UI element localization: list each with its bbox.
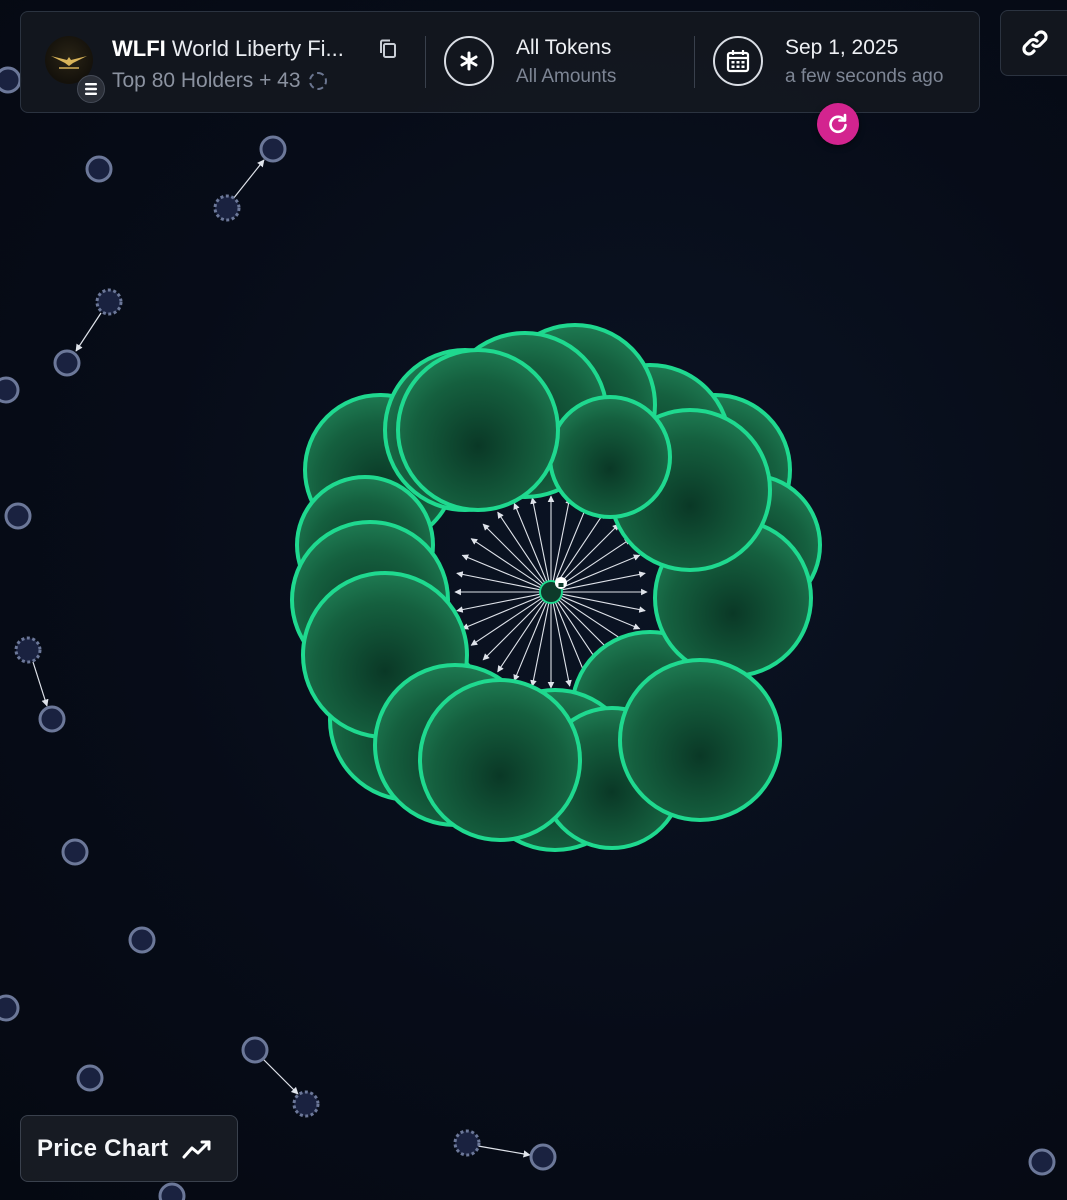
wallet-node[interactable] (529, 1143, 557, 1171)
wallet-node[interactable] (128, 926, 156, 954)
wallet-node[interactable] (61, 838, 89, 866)
wallet-node[interactable] (0, 376, 20, 404)
asterisk-icon (444, 36, 494, 86)
wallet-node[interactable] (38, 705, 66, 733)
wallet-node[interactable] (241, 1036, 269, 1064)
holders-count: Top 80 Holders + 43 (112, 69, 327, 93)
wallet-node[interactable] (95, 288, 123, 316)
date-selector[interactable]: Sep 1, 2025 a few seconds ago (695, 12, 979, 112)
wallet-node[interactable] (292, 1090, 320, 1118)
transfer-arrow (552, 497, 572, 585)
refresh-icon (829, 113, 847, 134)
refresh-button[interactable] (817, 103, 859, 145)
transfer-arrow (558, 593, 646, 613)
wallet-node[interactable] (14, 636, 42, 664)
holder-bubble[interactable] (396, 348, 560, 512)
transfer-arrow (558, 571, 646, 591)
token-info[interactable]: WLFI World Liberty Fi... Top 80 Holders … (21, 12, 425, 112)
wallet-node[interactable] (53, 349, 81, 377)
wallet-node[interactable] (4, 502, 32, 530)
price-chart-button[interactable]: Price Chart (20, 1115, 238, 1182)
price-chart-label: Price Chart (37, 1134, 169, 1162)
wallet-node[interactable] (0, 66, 22, 94)
wallet-node[interactable] (1028, 1148, 1056, 1176)
calendar-icon (713, 36, 763, 86)
small-wallet-nodes (0, 66, 1056, 1200)
token-symbol: WLFI (112, 36, 166, 61)
transfer-arrow (456, 571, 544, 591)
filter-title: All Tokens (516, 36, 612, 59)
wallet-node[interactable] (213, 194, 241, 222)
transfer-arrow (530, 497, 550, 585)
copy-icon[interactable] (377, 38, 399, 60)
date-subtitle: a few seconds ago (785, 66, 944, 87)
share-link-button[interactable] (1000, 10, 1067, 76)
holder-bubble[interactable] (618, 658, 782, 822)
holder-bubble[interactable] (418, 678, 582, 842)
token-header-bar: WLFI World Liberty Fi... Top 80 Holders … (20, 11, 980, 113)
filter-subtitle: All Amounts (516, 66, 617, 87)
trend-line-icon (182, 1140, 211, 1158)
bubble-map-canvas[interactable] (0, 0, 1067, 1200)
transfer-arrow (552, 599, 572, 687)
transfer-arrow (32, 661, 49, 707)
token-name: World Liberty Fi... (171, 36, 344, 61)
solana-icon (77, 75, 105, 103)
transfer-arrow (75, 312, 102, 352)
transfer-arrow (477, 1145, 531, 1158)
transfer-arrow (232, 159, 265, 200)
wallet-node[interactable] (85, 155, 113, 183)
lock-body (558, 583, 564, 587)
transfer-arrow (530, 599, 550, 687)
date-title: Sep 1, 2025 (785, 36, 899, 59)
wallet-node[interactable] (158, 1182, 186, 1200)
holders-label: Top 80 Holders + 43 (112, 69, 301, 92)
wallet-node[interactable] (453, 1129, 481, 1157)
token-filter[interactable]: All Tokens All Amounts (426, 12, 694, 112)
transfer-arrow (456, 593, 544, 613)
transfer-arrow (262, 1058, 299, 1095)
link-icon (1022, 30, 1048, 56)
wallet-node[interactable] (76, 1064, 104, 1092)
holder-bubble[interactable] (548, 395, 672, 519)
wallet-node[interactable] (0, 994, 20, 1022)
wallet-node[interactable] (259, 135, 287, 163)
token-title: WLFI World Liberty Fi... (112, 36, 344, 62)
dashed-node-icon (308, 72, 327, 90)
